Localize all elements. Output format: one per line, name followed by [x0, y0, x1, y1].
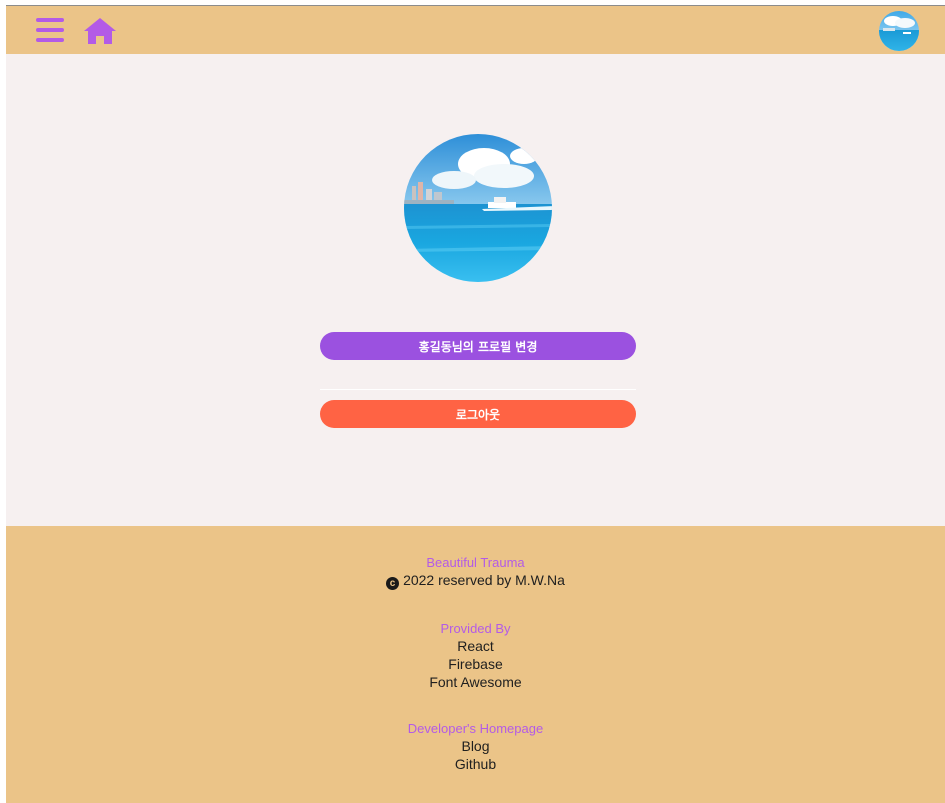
- seascape-avatar-image: [879, 11, 919, 51]
- footer-link-font-awesome[interactable]: Font Awesome: [6, 673, 945, 691]
- footer-link-blog[interactable]: Blog: [6, 737, 945, 755]
- profile-avatar-large: [404, 134, 552, 282]
- hamburger-menu-icon-bar: [36, 38, 64, 42]
- footer-link-firebase[interactable]: Firebase: [6, 655, 945, 673]
- hamburger-menu-icon: [36, 18, 64, 22]
- home-icon: [84, 18, 116, 44]
- footer-copyright-text: 2022 reserved by M.W.Na: [403, 572, 565, 588]
- profile-avatar-small[interactable]: [879, 11, 919, 51]
- profile-page: 홍길동님의 프로필 변경 로그아웃: [6, 54, 945, 526]
- logout-button[interactable]: 로그아웃: [320, 400, 636, 428]
- edit-profile-button[interactable]: 홍길동님의 프로필 변경: [320, 332, 636, 360]
- footer-developer-block: Developer's Homepage Blog Github: [6, 721, 945, 773]
- footer-developer-title: Developer's Homepage: [407, 721, 544, 736]
- footer-provided-title: Provided By: [440, 621, 511, 636]
- footer-link-github[interactable]: Github: [6, 755, 945, 773]
- footer-copyright: c 2022 reserved by M.W.Na: [6, 571, 945, 590]
- home-button[interactable]: [83, 17, 117, 45]
- footer-provided-block: Provided By React Firebase Font Awesome: [6, 621, 945, 691]
- menu-button[interactable]: [36, 16, 66, 44]
- footer-link-react[interactable]: React: [6, 637, 945, 655]
- footer-site-title: Beautiful Trauma: [426, 555, 525, 570]
- hamburger-menu-icon-bar: [36, 28, 64, 32]
- seascape-profile-image: [404, 134, 552, 282]
- copyright-icon: c: [386, 577, 400, 590]
- page-footer: Beautiful Trauma c 2022 reserved by M.W.N…: [6, 526, 945, 803]
- button-divider: [320, 389, 636, 390]
- footer-site-block: Beautiful Trauma c 2022 reserved by M.W.N…: [6, 555, 945, 590]
- top-navbar: [6, 6, 945, 54]
- app-frame: 홍길동님의 프로필 변경 로그아웃 Beautiful Trauma c 2022…: [6, 6, 945, 803]
